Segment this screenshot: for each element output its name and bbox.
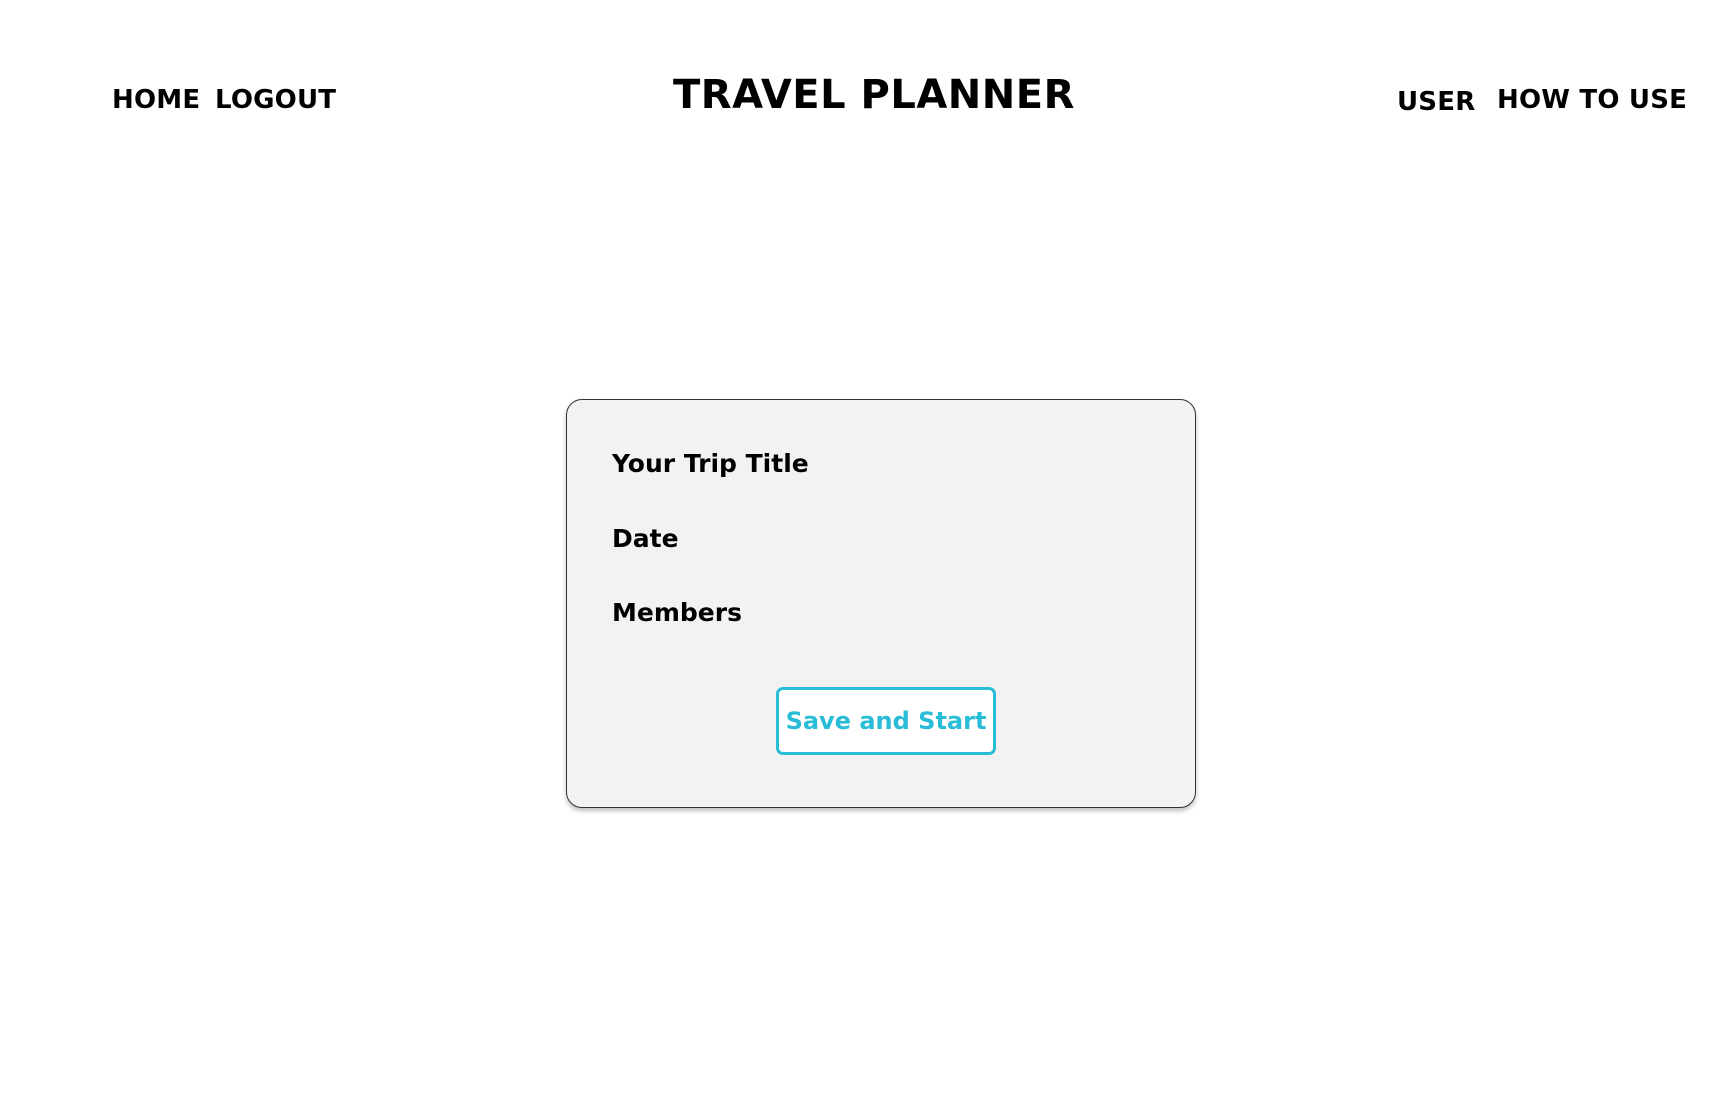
site-title: TRAVEL PLANNER [673, 72, 1075, 118]
nav-home-link[interactable]: HOME [112, 87, 200, 113]
date-label: Date [612, 524, 679, 553]
save-and-start-button[interactable]: Save and Start [776, 687, 996, 755]
nav-user-link[interactable]: USER [1397, 89, 1475, 115]
trip-title-label: Your Trip Title [612, 449, 809, 478]
nav-logout-link[interactable]: LOGOUT [215, 87, 336, 113]
members-label: Members [612, 598, 742, 627]
trip-setup-card: Your Trip Title Date Members Save and St… [566, 399, 1196, 808]
nav-how-to-use-link[interactable]: HOW TO USE [1497, 87, 1687, 113]
